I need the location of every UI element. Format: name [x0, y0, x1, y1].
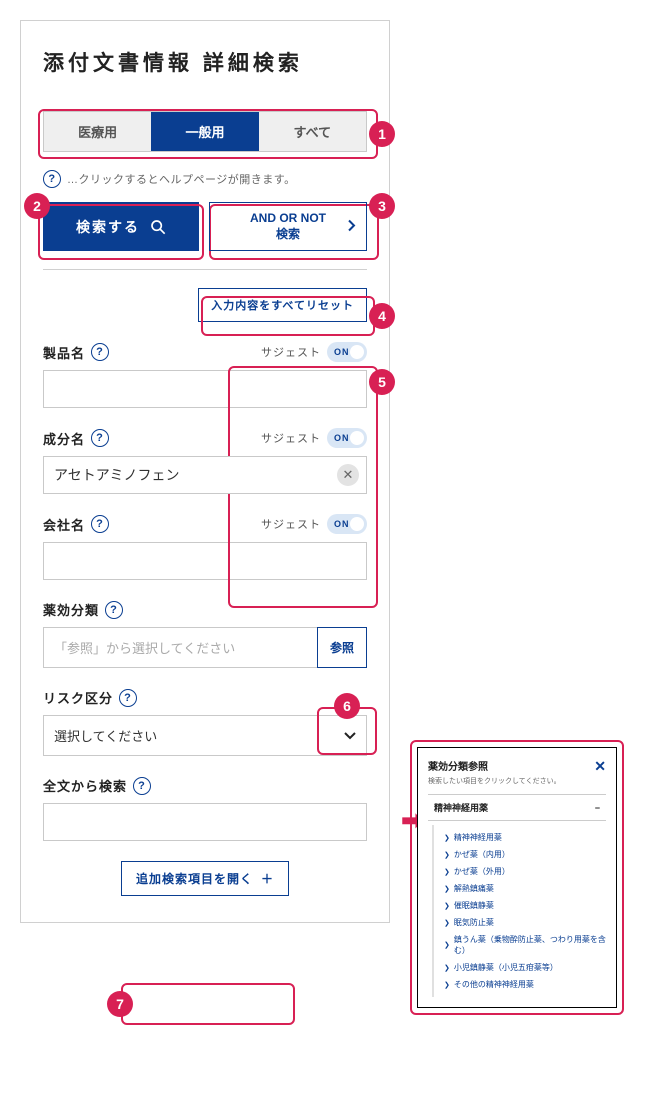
- andor-l2: 検索: [276, 225, 300, 242]
- chevron-right-icon: ❯: [444, 919, 450, 927]
- chevron-right-icon: [348, 219, 356, 234]
- divider: [43, 269, 367, 270]
- help-icon[interactable]: ?: [133, 777, 151, 795]
- callout-badge-1: 1: [369, 121, 395, 147]
- chevron-right-icon: ❯: [444, 902, 450, 910]
- lookup-button[interactable]: 参照: [317, 627, 367, 668]
- category-input: 「参照」から選択してください: [43, 627, 318, 668]
- popup-cat-label: 精神神経用薬: [434, 801, 488, 814]
- field-product: 製品名 ? サジェスト ON: [43, 342, 367, 408]
- toggle-on-icon: ON: [327, 514, 367, 534]
- popup-title: 薬効分類参照: [428, 758, 561, 773]
- help-icon[interactable]: ?: [119, 689, 137, 707]
- expand-fields-button[interactable]: 追加検索項目を開く ＋: [121, 861, 289, 896]
- search-button[interactable]: 検索する: [43, 202, 199, 251]
- popup-list: ❯精神神経用薬 ❯かぜ薬（内用） ❯かぜ薬（外用） ❯解熱鎮痛薬 ❯催眠鎮静薬 …: [432, 825, 606, 997]
- suggest-label: サジェスト: [261, 516, 321, 532]
- chevron-right-icon: ❯: [444, 981, 450, 989]
- plus-icon: ＋: [261, 870, 274, 887]
- toggle-on-icon: ON: [327, 428, 367, 448]
- popup-item[interactable]: ❯精神神経用薬: [444, 829, 606, 846]
- popup-item[interactable]: ❯かぜ薬（内用）: [444, 846, 606, 863]
- help-icon[interactable]: ?: [91, 429, 109, 447]
- clear-input-icon[interactable]: ✕: [337, 464, 359, 486]
- search-icon: [150, 219, 166, 235]
- category-lookup-popup: 薬効分類参照 検索したい項目をクリックしてください。 ✕ 精神神経用薬 − ❯精…: [417, 747, 617, 1008]
- suggest-toggle-ingredient[interactable]: サジェスト ON: [261, 428, 367, 448]
- risk-placeholder: 選択してください: [54, 726, 157, 745]
- company-input[interactable]: [43, 542, 367, 580]
- action-row: 検索する AND OR NOT 検索: [43, 202, 367, 251]
- suggest-label: サジェスト: [261, 430, 321, 446]
- popup-item[interactable]: ❯鎮うん薬（乗物酔防止薬、つわり用薬を含む）: [444, 931, 606, 959]
- label-category: 薬効分類: [43, 600, 99, 619]
- close-icon[interactable]: ✕: [594, 758, 606, 775]
- help-icon[interactable]: ?: [91, 343, 109, 361]
- chevron-right-icon: ❯: [444, 964, 450, 972]
- chevron-right-icon: ❯: [444, 868, 450, 876]
- expand-label: 追加検索項目を開く: [136, 870, 253, 887]
- field-category: 薬効分類 ? 「参照」から選択してください 参照: [43, 600, 367, 668]
- help-hint: ? …クリックするとヘルプページが開きます。: [43, 170, 367, 188]
- ingredient-input[interactable]: [43, 456, 367, 494]
- callout-badge-3: 3: [369, 193, 395, 219]
- andor-search-button[interactable]: AND OR NOT 検索: [209, 202, 367, 251]
- popup-subtitle: 検索したい項目をクリックしてください。: [428, 776, 561, 786]
- suggest-toggle-product[interactable]: サジェスト ON: [261, 342, 367, 362]
- chevron-right-icon: ❯: [444, 941, 450, 949]
- risk-select[interactable]: 選択してください: [43, 715, 367, 756]
- popup-item[interactable]: ❯眠気防止薬: [444, 914, 606, 931]
- tab-general[interactable]: 一般用: [151, 112, 258, 151]
- popup-item[interactable]: ❯解熱鎮痛薬: [444, 880, 606, 897]
- help-icon[interactable]: ?: [43, 170, 61, 188]
- tab-medical[interactable]: 医療用: [44, 112, 151, 151]
- fulltext-input[interactable]: [43, 803, 367, 841]
- suggest-toggle-company[interactable]: サジェスト ON: [261, 514, 367, 534]
- search-button-label: 検索する: [76, 217, 140, 237]
- chevron-right-icon: ❯: [444, 851, 450, 859]
- field-company: 会社名 ? サジェスト ON: [43, 514, 367, 580]
- help-icon[interactable]: ?: [105, 601, 123, 619]
- help-icon[interactable]: ?: [91, 515, 109, 533]
- callout-badge-2: 2: [24, 193, 50, 219]
- label-risk: リスク区分: [43, 688, 113, 707]
- field-fulltext: 全文から検索 ?: [43, 776, 367, 841]
- callout-badge-6: 6: [334, 693, 360, 719]
- reset-button[interactable]: 入力内容をすべてリセット: [198, 288, 367, 322]
- chevron-down-icon: [344, 728, 356, 743]
- callout-badge-7: 7: [107, 991, 133, 1017]
- label-company: 会社名: [43, 515, 85, 534]
- tab-all[interactable]: すべて: [259, 112, 366, 151]
- help-text: …クリックするとヘルプページが開きます。: [67, 171, 296, 187]
- suggest-label: サジェスト: [261, 344, 321, 360]
- callout-badge-4: 4: [369, 303, 395, 329]
- search-panel: 添付文書情報 詳細検索 1 医療用 一般用 すべて ? …クリックするとヘルプペ…: [20, 20, 390, 923]
- popup-item[interactable]: ❯かぜ薬（外用）: [444, 863, 606, 880]
- popup-frame: 薬効分類参照 検索したい項目をクリックしてください。 ✕ 精神神経用薬 − ❯精…: [410, 740, 624, 1015]
- popup-item[interactable]: ❯催眠鎮静薬: [444, 897, 606, 914]
- popup-item[interactable]: ❯その他の精神神経用薬: [444, 976, 606, 993]
- field-ingredient: 成分名 ? サジェスト ON ✕: [43, 428, 367, 494]
- toggle-on-icon: ON: [327, 342, 367, 362]
- callout-badge-5: 5: [369, 369, 395, 395]
- chevron-right-icon: ❯: [444, 885, 450, 893]
- label-product: 製品名: [43, 343, 85, 362]
- category-tabs: 医療用 一般用 すべて: [43, 111, 367, 152]
- callout-ring-7: [121, 983, 295, 1025]
- field-risk: リスク区分 ? 選択してください: [43, 688, 367, 756]
- popup-item[interactable]: ❯小児鎮静薬（小児五疳薬等）: [444, 959, 606, 976]
- chevron-right-icon: ❯: [444, 834, 450, 842]
- label-fulltext: 全文から検索: [43, 776, 127, 795]
- andor-l1: AND OR NOT: [250, 211, 326, 225]
- product-input[interactable]: [43, 370, 367, 408]
- page-title: 添付文書情報 詳細検索: [43, 47, 367, 77]
- minus-icon: −: [595, 803, 600, 813]
- popup-category-header[interactable]: 精神神経用薬 −: [428, 794, 606, 821]
- label-ingredient: 成分名: [43, 429, 85, 448]
